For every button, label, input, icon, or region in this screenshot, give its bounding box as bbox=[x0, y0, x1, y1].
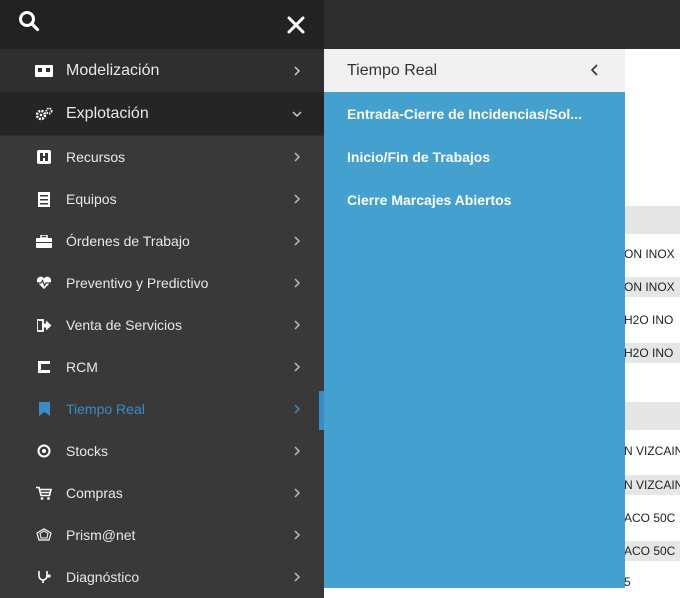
chevron-right-icon bbox=[294, 152, 301, 162]
sidebar-item-equipos[interactable]: Equipos bbox=[0, 178, 324, 220]
bookmark-icon bbox=[34, 401, 54, 417]
resources-icon bbox=[34, 149, 54, 165]
sidebar-item-label: Stocks bbox=[66, 443, 109, 459]
chevron-right-icon bbox=[294, 404, 301, 414]
table-cell: H2O INO bbox=[624, 343, 680, 363]
close-icon[interactable] bbox=[286, 15, 306, 35]
equipment-icon bbox=[34, 191, 54, 207]
chevron-right-icon bbox=[294, 530, 301, 540]
sidebar-item-venta-de-servicios[interactable]: Venta de Servicios bbox=[0, 304, 324, 346]
stethoscope-icon bbox=[34, 569, 54, 585]
heartbeat-icon bbox=[34, 275, 54, 291]
submenu-header: Tiempo Real bbox=[324, 49, 625, 92]
search-icon[interactable] bbox=[18, 10, 40, 32]
table-cell: N VIZCAIN bbox=[624, 444, 680, 458]
chevron-right-icon bbox=[294, 362, 301, 372]
sign-out-icon bbox=[34, 317, 54, 333]
sidebar-item-label: Explotación bbox=[66, 104, 149, 122]
sidebar-item-label: Recursos bbox=[66, 149, 126, 165]
submenu-panel: Entrada-Cierre de Incidencias/Sol... Ini… bbox=[324, 92, 625, 588]
sidebar-item-explotacion[interactable]: Explotación bbox=[0, 92, 324, 135]
sidebar-item-label: Modelización bbox=[66, 61, 160, 79]
cart-icon bbox=[34, 485, 54, 501]
submenu-title: Tiempo Real bbox=[347, 61, 438, 79]
sidebar-item-label: Equipos bbox=[66, 191, 117, 207]
table-cell: 5 bbox=[624, 575, 631, 589]
table-cell: H2O INO bbox=[624, 313, 674, 327]
chevron-right-icon bbox=[294, 446, 301, 456]
sidebar-item-rcm[interactable]: RCM bbox=[0, 346, 324, 388]
sidebar-item-tiempo-real[interactable]: Tiempo Real bbox=[0, 388, 324, 430]
sidebar-item-preventivo-y-predictivo[interactable]: Preventivo y Predictivo bbox=[0, 262, 324, 304]
chevron-right-icon bbox=[294, 65, 301, 76]
submenu-item-entrada-cierre-incidencias[interactable]: Entrada-Cierre de Incidencias/Sol... bbox=[347, 106, 582, 122]
chevron-right-icon bbox=[294, 488, 301, 498]
sidebar-item-prismnet[interactable]: Prism@net bbox=[0, 514, 324, 556]
sidebar-item-label: Compras bbox=[66, 485, 123, 501]
table-cell: ACO 50C bbox=[624, 511, 676, 525]
table-cell: ACO 50C bbox=[624, 541, 680, 561]
sidebar-item-label: Venta de Servicios bbox=[66, 317, 182, 333]
table-cell: ON INOX bbox=[624, 277, 680, 297]
gem-icon bbox=[34, 527, 54, 543]
sidebar-item-label: Diagnóstico bbox=[66, 569, 140, 585]
sidebar-item-label: Preventivo y Predictivo bbox=[66, 275, 209, 291]
sidebar-item-label: Tiempo Real bbox=[66, 401, 145, 417]
chevron-down-icon bbox=[292, 110, 302, 117]
sidebar-item-label: Prism@net bbox=[66, 527, 136, 543]
chevron-right-icon bbox=[294, 572, 301, 582]
sidebar-item-ordenes-de-trabajo[interactable]: Órdenes de Trabajo bbox=[0, 220, 324, 262]
briefcase-icon bbox=[34, 233, 54, 249]
sidebar-item-diagnostico[interactable]: Diagnóstico bbox=[0, 556, 324, 598]
rcm-icon bbox=[34, 359, 54, 375]
submenu-item-inicio-fin-trabajos[interactable]: Inicio/Fin de Trabajos bbox=[347, 149, 490, 165]
chevron-right-icon bbox=[294, 278, 301, 288]
table-cell: ON INOX bbox=[624, 247, 675, 261]
sidebar-item-recursos[interactable]: Recursos bbox=[0, 136, 324, 178]
chevron-right-icon bbox=[294, 194, 301, 204]
sidebar-item-label: Órdenes de Trabajo bbox=[66, 233, 190, 249]
chevron-right-icon bbox=[294, 236, 301, 246]
sidebar-header bbox=[0, 0, 324, 49]
target-icon bbox=[34, 443, 54, 459]
submenu-item-cierre-marcajes-abiertos[interactable]: Cierre Marcajes Abiertos bbox=[347, 192, 511, 208]
chevron-right-icon bbox=[294, 320, 301, 330]
table-cell: N VIZCAIN bbox=[624, 475, 680, 495]
sidebar-item-compras[interactable]: Compras bbox=[0, 472, 324, 514]
sidebar-item-modelizacion[interactable]: Modelización bbox=[0, 49, 324, 92]
sidebar-item-label: RCM bbox=[66, 359, 98, 375]
model-icon bbox=[34, 63, 54, 79]
chevron-left-icon[interactable] bbox=[589, 63, 601, 77]
cogs-icon bbox=[34, 106, 54, 122]
sidebar-item-stocks[interactable]: Stocks bbox=[0, 430, 324, 472]
